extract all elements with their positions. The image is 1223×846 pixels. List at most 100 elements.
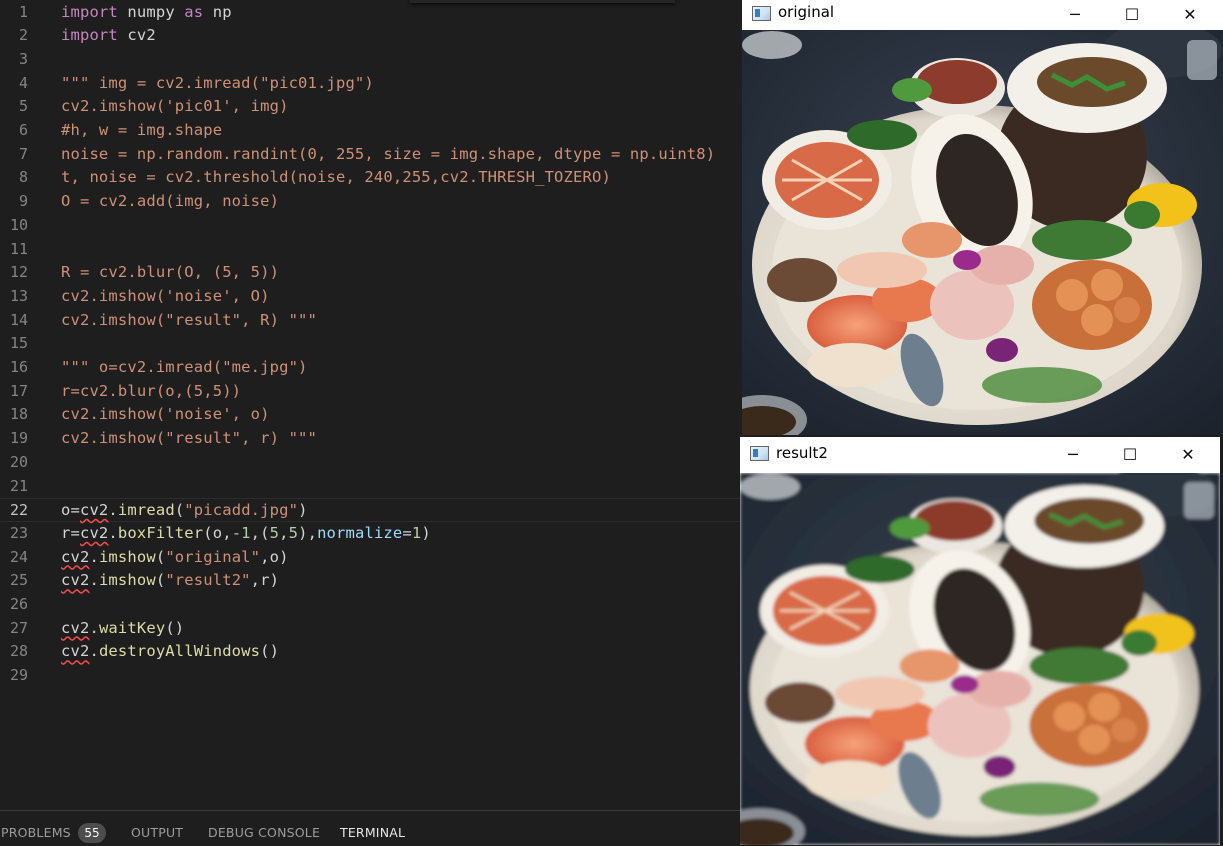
line-number: 28 — [9, 642, 28, 661]
code-token: () — [260, 642, 280, 661]
code-token: imshow — [98, 571, 156, 590]
result2-image — [740, 473, 1220, 845]
line-number: 4 — [18, 73, 28, 92]
code-text: cv2.imshow('noise', o) — [61, 403, 270, 427]
code-line[interactable]: 10 — [0, 214, 740, 238]
line-number: 6 — [18, 121, 28, 139]
tab-terminal[interactable]: TERMINAL — [340, 825, 405, 840]
code-token: . — [89, 547, 99, 566]
line-number: 8 — [18, 168, 28, 187]
code-line[interactable]: 27 cv2.waitKey() — [0, 617, 740, 641]
code-token: cv2.imshow('noise', o) — [61, 405, 270, 424]
code-line[interactable]: 16 """ o=cv2.imread("me.jpg") — [0, 356, 740, 380]
code-token: 1 — [411, 523, 422, 542]
result2-titlebar[interactable]: result2 ─ ☐ ✕ — [740, 437, 1220, 473]
code-line[interactable]: 28 cv2.destroyAllWindows() — [0, 640, 740, 664]
code-line[interactable]: 13 cv2.imshow('noise', O) — [0, 285, 740, 309]
tab-debug-console[interactable]: DEBUG CONSOLE — [208, 825, 320, 840]
code-line[interactable]: 12 R = cv2.blur(O, (5, 5)) — [0, 261, 740, 285]
code-line[interactable]: 9 O = cv2.add(img, noise) — [0, 190, 740, 214]
code-line[interactable]: 21 — [0, 475, 740, 499]
result2-window[interactable]: result2 ─ ☐ ✕ — [740, 437, 1220, 845]
code-line[interactable]: 24 cv2.imshow("original",o) — [0, 546, 740, 570]
code-token: cv2.imshow("result", r) """ — [61, 429, 318, 448]
close-icon[interactable]: ✕ — [1165, 440, 1211, 470]
code-token: noise = np.random.randint(0, 255, size =… — [61, 144, 716, 163]
minimize-icon[interactable]: ─ — [1052, 0, 1098, 30]
code-editor[interactable]: 1 import numpy as np 2 import cv2 3 4 """ img … — [0, 0, 740, 810]
code-text: cv2.imshow("result2",r) — [61, 569, 279, 593]
original-titlebar[interactable]: original ─ ☐ ✕ — [742, 0, 1223, 30]
code-token: , — [279, 523, 289, 542]
code-token: -1 — [231, 523, 251, 542]
code-token: cv2 — [61, 547, 90, 566]
code-token: ,o) — [260, 547, 289, 566]
code-token: = — [402, 523, 412, 542]
code-line[interactable]: 15 — [0, 332, 740, 356]
code-token: ) — [298, 501, 308, 520]
code-token: cv2 — [61, 571, 90, 590]
code-line[interactable]: 25 cv2.imshow("result2",r) — [0, 569, 740, 593]
code-line[interactable]: 23 r=cv2.boxFilter(o,-1,(5,5),normalize=1… — [0, 522, 740, 546]
code-token: O = cv2.add(img, noise) — [61, 192, 280, 211]
line-number: 27 — [9, 618, 28, 637]
line-number: 14 — [9, 310, 28, 329]
code-token: normalize — [317, 523, 403, 542]
code-text: o=cv2.imread("picadd.jpg") — [61, 499, 308, 523]
code-token: R = cv2.blur(O, (5, 5)) — [61, 263, 280, 282]
code-line[interactable]: 4 """ img = cv2.imread("pic01.jpg") — [0, 72, 740, 96]
code-token: t, noise = cv2.threshold(noise, 240,255,… — [61, 168, 611, 187]
code-line[interactable]: 22 o=cv2.imread("picadd.jpg") — [0, 498, 740, 522]
code-text: """ o=cv2.imread("me.jpg") — [61, 356, 308, 380]
code-token: as — [184, 2, 204, 21]
line-number: 11 — [9, 239, 28, 258]
code-line[interactable]: 5 cv2.imshow('pic01', img) — [0, 95, 740, 119]
line-number: 13 — [9, 286, 28, 305]
problems-count-badge: 55 — [78, 823, 106, 843]
code-line[interactable]: 1 import numpy as np — [0, 1, 740, 25]
code-token: ) — [421, 523, 431, 542]
close-icon[interactable]: ✕ — [1167, 0, 1213, 30]
line-number: 19 — [9, 429, 28, 448]
code-token: boxFilter — [117, 523, 204, 542]
code-line[interactable]: 7 noise = np.random.randint(0, 255, size … — [0, 143, 740, 167]
code-text: R = cv2.blur(O, (5, 5)) — [61, 261, 279, 285]
code-line[interactable]: 11 — [0, 238, 740, 262]
code-line[interactable]: 3 — [0, 48, 740, 72]
code-line[interactable]: 26 — [0, 593, 740, 617]
code-text: #h, w = img.shape — [61, 119, 222, 143]
line-number: 3 — [18, 49, 28, 68]
code-line[interactable]: 17 r=cv2.blur(o,(5,5)) — [0, 380, 740, 404]
maximize-icon[interactable]: ☐ — [1109, 0, 1155, 30]
maximize-icon[interactable]: ☐ — [1107, 440, 1153, 470]
code-token: o= — [61, 501, 80, 520]
code-token: cv2.imshow('noise', O) — [61, 286, 270, 305]
code-line[interactable]: 20 — [0, 451, 740, 475]
original-window[interactable]: original ─ ☐ ✕ — [742, 0, 1223, 435]
code-line[interactable]: 19 cv2.imshow("result", r) """ — [0, 427, 740, 451]
code-text: import numpy as np — [61, 1, 232, 25]
code-text: r=cv2.blur(o,(5,5)) — [61, 380, 241, 404]
code-token: ,( — [250, 523, 270, 542]
code-token: . — [108, 501, 118, 520]
code-line[interactable]: 14 cv2.imshow("result", R) """ — [0, 309, 740, 333]
code-line[interactable]: 8 t, noise = cv2.threshold(noise, 240,255… — [0, 166, 740, 190]
code-token: cv2.imshow("result", R) """ — [61, 310, 318, 329]
tab-output[interactable]: OUTPUT — [131, 825, 183, 840]
code-token: "result2" — [165, 571, 251, 590]
line-number: 17 — [9, 381, 28, 400]
code-line[interactable]: 2 import cv2 — [0, 24, 740, 48]
code-token: """ o=cv2.imread("me.jpg") — [61, 358, 308, 376]
code-token: cv2 — [79, 501, 109, 520]
code-line[interactable]: 29 — [0, 664, 740, 688]
line-number: 22 — [9, 501, 28, 520]
code-line[interactable]: 18 cv2.imshow('noise', o) — [0, 403, 740, 427]
minimize-icon[interactable]: ─ — [1050, 440, 1096, 470]
code-token: numpy — [117, 2, 185, 21]
code-line[interactable]: 6 #h, w = img.shape — [0, 119, 740, 143]
code-text: t, noise = cv2.threshold(noise, 240,255,… — [61, 166, 611, 190]
code-text: cv2.imshow("result", r) """ — [61, 427, 317, 451]
line-number: 9 — [18, 192, 28, 211]
tab-problems[interactable]: PROBLEMS — [1, 825, 71, 840]
code-token: ( — [174, 501, 185, 520]
